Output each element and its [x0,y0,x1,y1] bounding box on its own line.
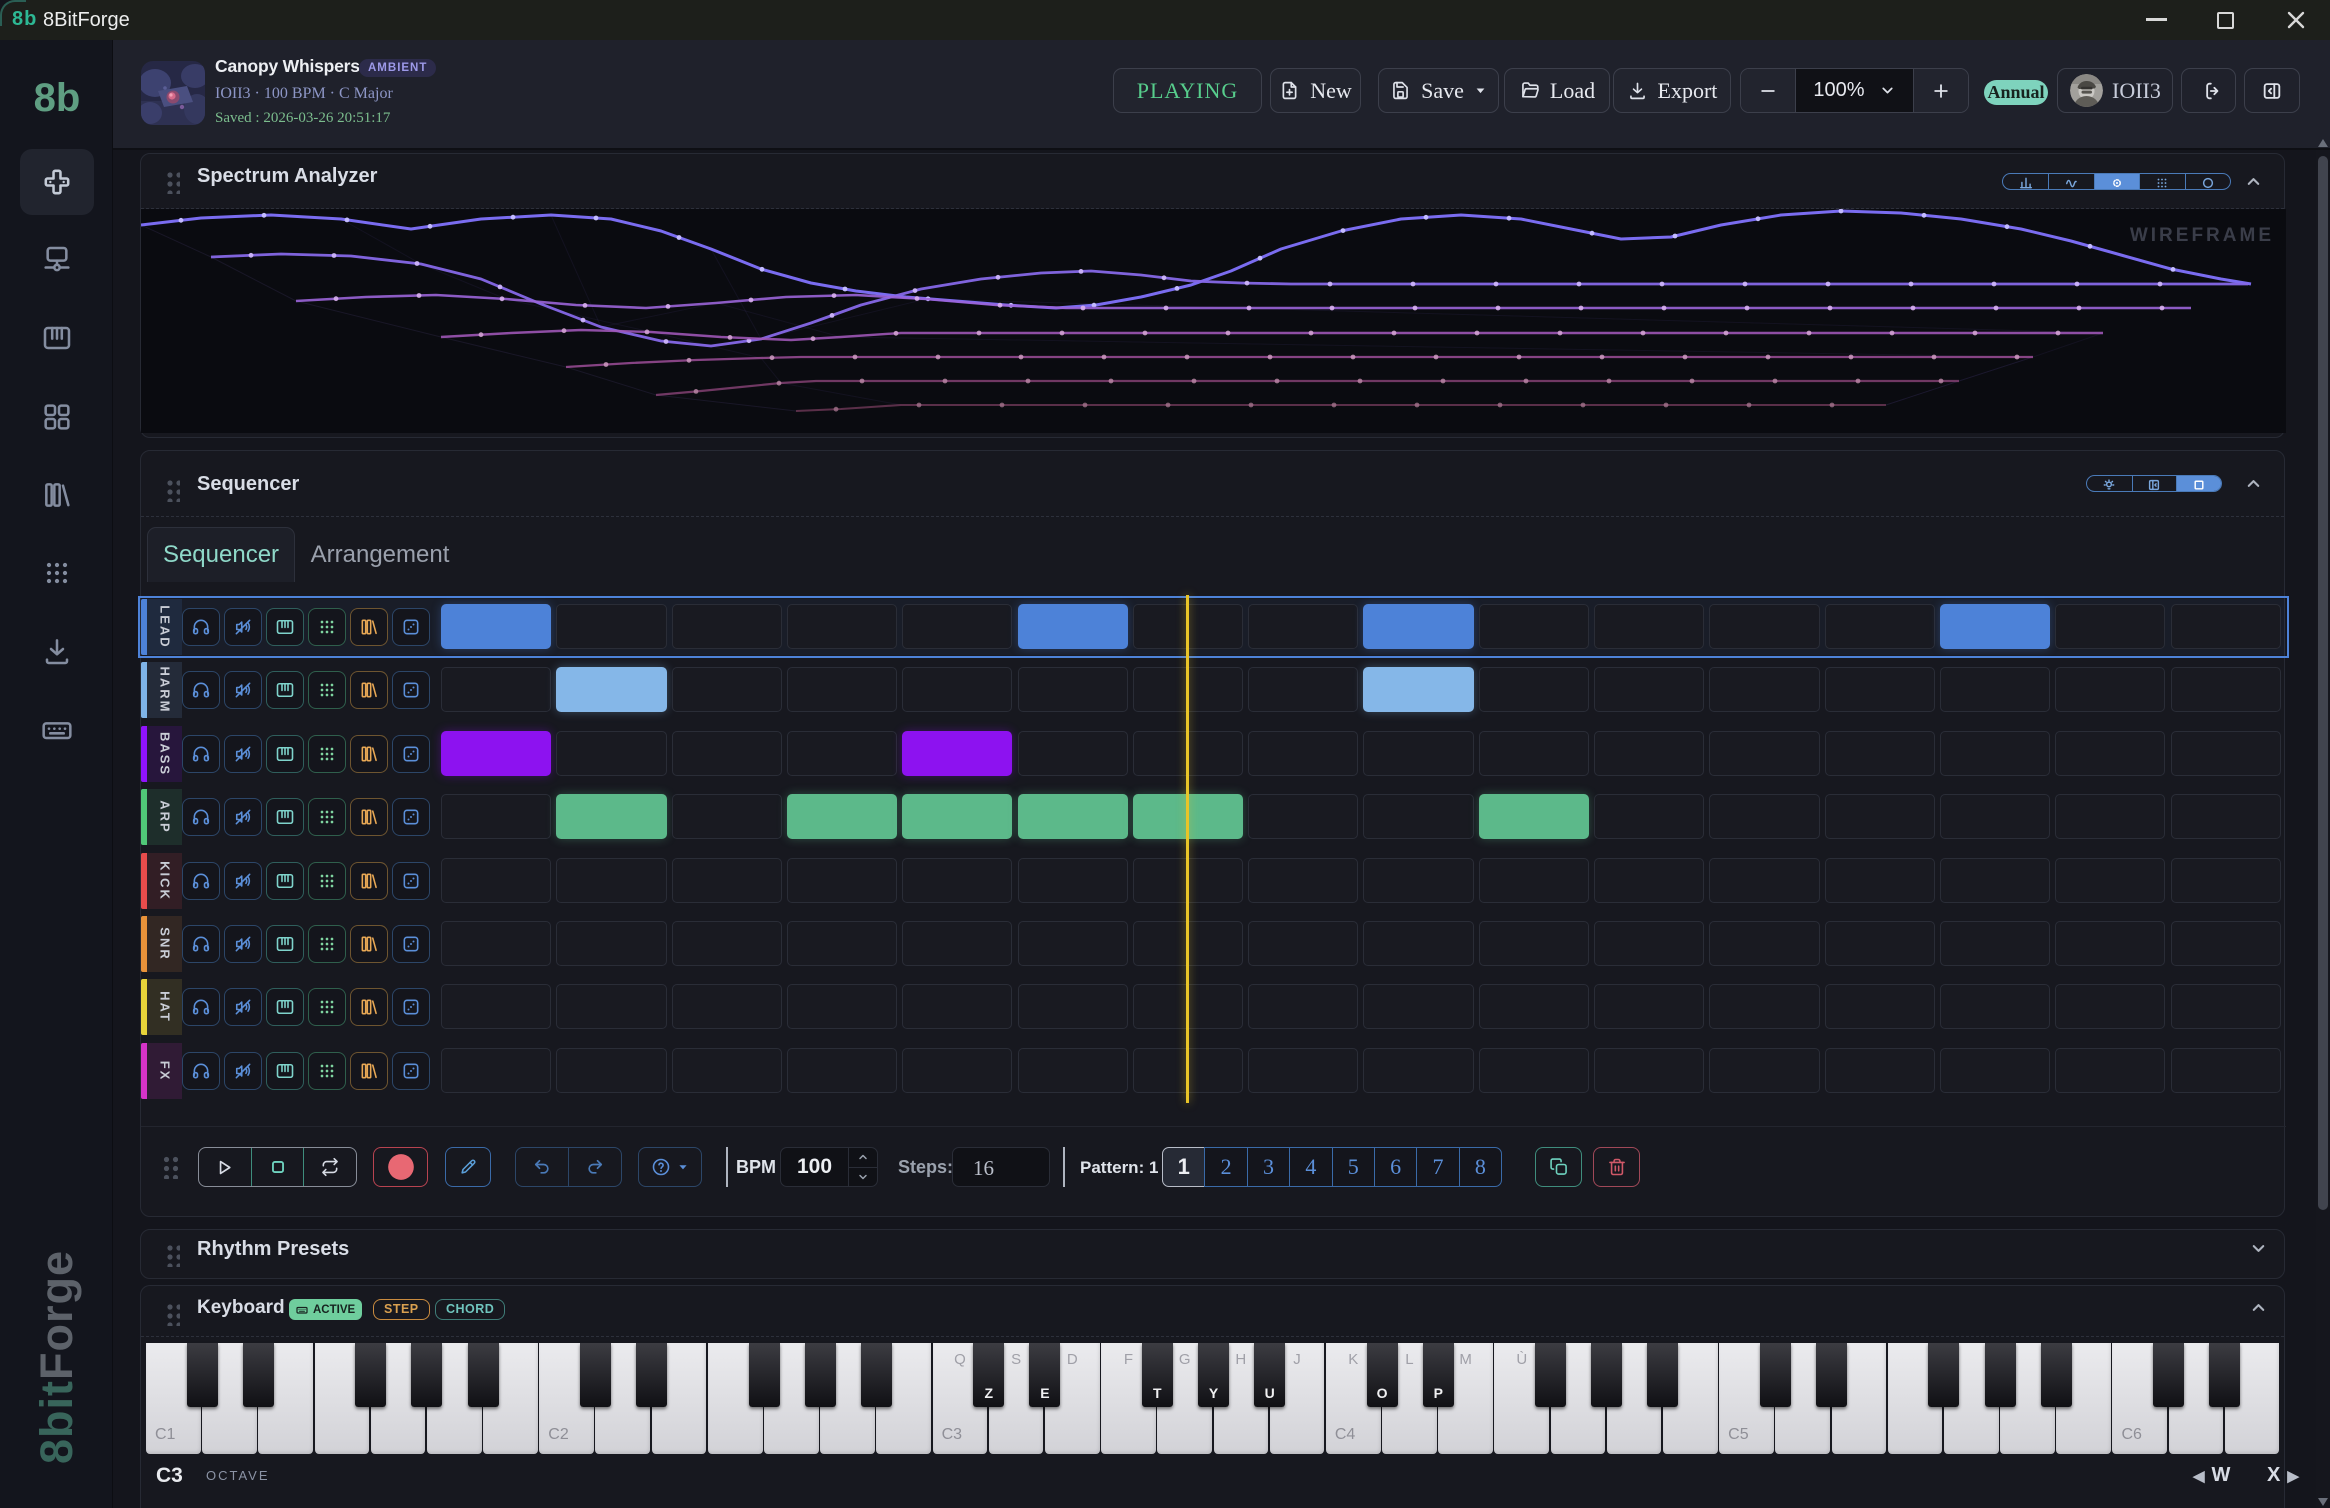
svg-text:WIREFRAME: WIREFRAME [2130,225,2274,246]
